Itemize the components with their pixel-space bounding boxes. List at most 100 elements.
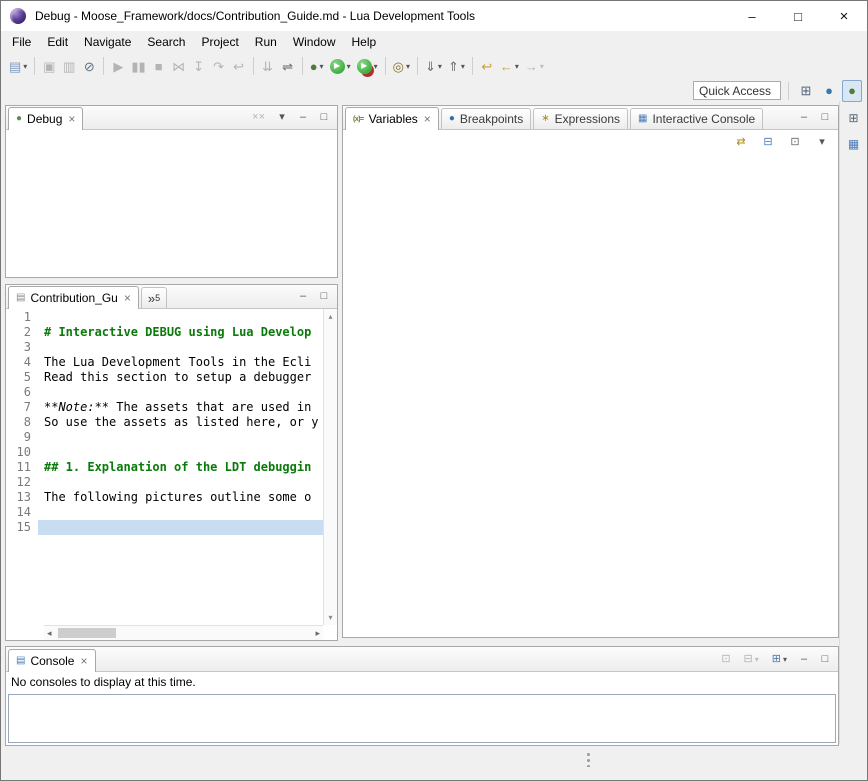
menu-navigate[interactable]: Navigate bbox=[76, 33, 139, 51]
dropdown-arrow-icon[interactable]: ▾ bbox=[755, 655, 759, 664]
code-line[interactable]: 15 bbox=[6, 520, 323, 535]
editor-horizontal-scrollbar[interactable]: ◂ ▸ bbox=[44, 625, 323, 640]
dropdown-arrow-icon[interactable]: ▾ bbox=[438, 62, 442, 71]
minimize-view-button[interactable]: – bbox=[797, 109, 811, 127]
previous-annotation-button[interactable]: ⇑▾ bbox=[445, 55, 468, 77]
code-line[interactable]: 14 bbox=[6, 505, 323, 520]
line-number: 13 bbox=[6, 490, 38, 505]
maximize-view-button[interactable]: □ bbox=[818, 650, 832, 668]
minimize-view-button[interactable]: – bbox=[296, 288, 310, 306]
variables-tab-controls: –□ bbox=[797, 106, 838, 129]
dropdown-arrow-icon[interactable]: ▾ bbox=[23, 62, 27, 71]
collapse-all-button[interactable]: ⊟ bbox=[758, 133, 778, 151]
view-menu-button[interactable]: ▾ bbox=[812, 133, 832, 151]
maximize-view-button[interactable]: □ bbox=[317, 288, 331, 306]
dropdown-arrow-icon[interactable]: ▾ bbox=[406, 62, 410, 71]
code-line[interactable]: 8So use the assets as listed here, or y bbox=[6, 415, 323, 430]
search-button[interactable]: ◎▾ bbox=[390, 55, 413, 77]
new-wizard-button[interactable]: ▤▾ bbox=[6, 55, 30, 77]
scroll-right-icon[interactable]: ▸ bbox=[315, 628, 320, 639]
maximize-view-icon: □ bbox=[321, 291, 328, 302]
last-edit-location-button[interactable]: ↩ bbox=[477, 55, 497, 77]
dropdown-arrow-icon[interactable]: ▾ bbox=[540, 62, 544, 71]
dropdown-arrow-icon[interactable]: ▾ bbox=[374, 62, 378, 71]
editor-code-area[interactable]: 12# Interactive DEBUG using Lua Develop3… bbox=[6, 310, 323, 625]
window-close-button[interactable]: × bbox=[821, 1, 867, 31]
code-line[interactable]: 6 bbox=[6, 385, 323, 400]
minimize-view-button[interactable]: – bbox=[296, 109, 310, 127]
external-tools-button[interactable]: ▶▾ bbox=[354, 55, 381, 77]
dropdown-arrow-icon[interactable]: ▾ bbox=[515, 62, 519, 71]
menu-help[interactable]: Help bbox=[344, 33, 385, 51]
use-step-filters-button[interactable]: ⇌ bbox=[278, 55, 298, 77]
restore-view-button[interactable]: ⊞ bbox=[844, 109, 864, 127]
show-logical-structure-button[interactable]: ⇄ bbox=[731, 133, 751, 151]
tab-label: Interactive Console bbox=[652, 112, 755, 126]
dropdown-arrow-icon[interactable]: ▾ bbox=[783, 655, 787, 664]
editor-tab-controls: –□ bbox=[296, 285, 337, 308]
editor-overflow-tab[interactable]: » 5 bbox=[141, 287, 167, 308]
code-line[interactable]: 12 bbox=[6, 475, 323, 490]
code-line[interactable]: 2# Interactive DEBUG using Lua Develop bbox=[6, 325, 323, 340]
code-line[interactable]: 13The following pictures outline some o bbox=[6, 490, 323, 505]
quick-access-input[interactable]: Quick Access bbox=[693, 81, 781, 100]
palette-view-button[interactable]: ▦ bbox=[844, 135, 864, 153]
code-line[interactable]: 9 bbox=[6, 430, 323, 445]
close-icon[interactable]: × bbox=[424, 112, 431, 126]
run-button[interactable]: ▶▾ bbox=[327, 55, 354, 77]
window-maximize-button[interactable]: □ bbox=[775, 1, 821, 31]
next-annotation-button[interactable]: ⇓▾ bbox=[422, 55, 445, 77]
dropdown-arrow-icon[interactable]: ▾ bbox=[320, 62, 324, 71]
scroll-down-icon[interactable]: ▾ bbox=[328, 613, 332, 622]
show-type-names-button[interactable]: ⊡ bbox=[785, 133, 805, 151]
code-line[interactable]: 11## 1. Explanation of the LDT debuggin bbox=[6, 460, 323, 475]
menu-run[interactable]: Run bbox=[247, 33, 285, 51]
maximize-view-button[interactable]: □ bbox=[317, 109, 331, 127]
code-line[interactable]: 7**Note:** The assets that are used in bbox=[6, 400, 323, 415]
tab-expressions[interactable]: ∗Expressions bbox=[533, 108, 628, 129]
close-icon[interactable]: × bbox=[124, 291, 131, 305]
code-line[interactable]: 4The Lua Development Tools in the Ecli bbox=[6, 355, 323, 370]
view-menu-button[interactable]: ▾ bbox=[275, 109, 289, 127]
tab-breakpoints[interactable]: ●Breakpoints bbox=[441, 108, 531, 129]
perspective-bar: ⊞●● bbox=[784, 80, 862, 102]
minimize-view-button[interactable]: – bbox=[797, 650, 811, 668]
drop-to-frame-button: ⇊ bbox=[258, 55, 278, 77]
debug-view-tabbar: ● Debug × ××▾–□ bbox=[6, 106, 337, 130]
menu-project[interactable]: Project bbox=[193, 33, 246, 51]
code-line[interactable]: 10 bbox=[6, 445, 323, 460]
last-edit-location-icon: ↩ bbox=[481, 60, 492, 73]
menu-window[interactable]: Window bbox=[285, 33, 344, 51]
perspective-ldt-button[interactable]: ● bbox=[819, 80, 839, 102]
close-icon[interactable]: × bbox=[80, 654, 87, 668]
tab-contribution-guide[interactable]: ▤ Contribution_Gu × bbox=[8, 286, 139, 309]
scrollbar-thumb[interactable] bbox=[58, 628, 116, 638]
menu-edit[interactable]: Edit bbox=[39, 33, 76, 51]
menu-file[interactable]: File bbox=[4, 33, 39, 51]
tab-interactive-console[interactable]: ▦Interactive Console bbox=[630, 108, 763, 129]
back-button[interactable]: ←▾ bbox=[497, 55, 522, 77]
dropdown-arrow-icon[interactable]: ▾ bbox=[347, 62, 351, 71]
code-line[interactable]: 1 bbox=[6, 310, 323, 325]
display-selected-console-icon: ⊟ bbox=[744, 654, 753, 665]
open-perspective-button[interactable]: ⊞ bbox=[796, 80, 816, 102]
tab-console[interactable]: ▤ Console × bbox=[8, 649, 96, 672]
maximize-view-button[interactable]: □ bbox=[818, 109, 832, 127]
editor-vertical-scrollbar[interactable]: ▴ ▾ bbox=[323, 309, 337, 625]
dropdown-arrow-icon[interactable]: ▾ bbox=[461, 62, 465, 71]
tab-debug[interactable]: ● Debug × bbox=[8, 107, 83, 130]
skip-all-breakpoints-button[interactable]: ⊘ bbox=[79, 55, 99, 77]
code-line[interactable]: 3 bbox=[6, 340, 323, 355]
perspective-debug-button[interactable]: ● bbox=[842, 80, 862, 102]
menu-search[interactable]: Search bbox=[139, 33, 193, 51]
close-icon[interactable]: × bbox=[68, 112, 75, 126]
open-console-button[interactable]: ⊞▾ bbox=[769, 650, 790, 668]
console-viewer[interactable] bbox=[8, 694, 836, 743]
tab-variables[interactable]: (x)=Variables× bbox=[345, 107, 439, 130]
code-line[interactable]: 5Read this section to setup a debugger bbox=[6, 370, 323, 385]
sash-handle[interactable] bbox=[587, 753, 590, 756]
window-minimize-button[interactable]: – bbox=[729, 1, 775, 31]
scroll-left-icon[interactable]: ◂ bbox=[47, 628, 52, 639]
scroll-up-icon[interactable]: ▴ bbox=[328, 312, 332, 321]
debug-button[interactable]: ●▾ bbox=[307, 55, 327, 77]
